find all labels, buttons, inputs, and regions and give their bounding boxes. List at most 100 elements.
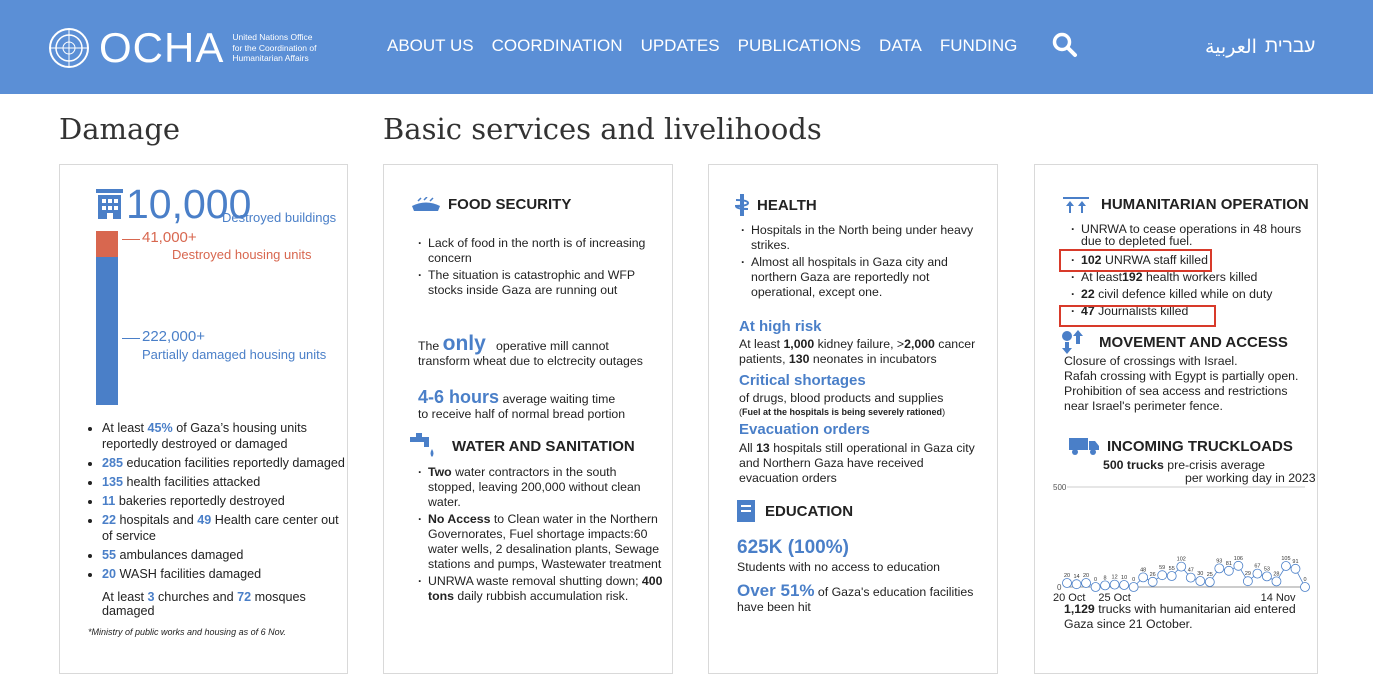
data-label: 93 bbox=[1216, 558, 1222, 564]
list-item: Almost all hospitals in Gaza city and no… bbox=[741, 255, 987, 300]
data-point bbox=[1147, 576, 1158, 587]
churches-text: At least 3 churches and 72 mosques damag… bbox=[102, 590, 306, 618]
partial-units-value: 222,000+ bbox=[142, 328, 205, 345]
damage-card: 10,000 Destroyed buildings 41,000+ Destr… bbox=[59, 164, 348, 674]
y-tick-label: 500 bbox=[1053, 483, 1067, 492]
truckloads-heading: INCOMING TRUCKLOADS bbox=[1069, 436, 1293, 456]
data-point bbox=[1195, 576, 1206, 586]
destroyed-units-label: Destroyed housing units bbox=[172, 247, 312, 262]
data-label: 102 bbox=[1177, 557, 1186, 563]
list-item: Two water contractors in the south stopp… bbox=[418, 465, 664, 510]
search-icon[interactable] bbox=[1052, 32, 1078, 58]
list-item: At least192 health workers killed bbox=[1071, 270, 1317, 285]
ocha-logo[interactable]: OCHA United Nations Office for the Coord… bbox=[47, 26, 342, 70]
evacuation-text: All 13 hospitals still operational in Ga… bbox=[739, 441, 975, 485]
data-label: 0 bbox=[1132, 577, 1135, 583]
food-water-card: FOOD SECURITY Lack of food in the north … bbox=[383, 164, 673, 674]
data-point bbox=[1300, 582, 1310, 592]
wait-text: 4-6 hours average waiting time to receiv… bbox=[418, 387, 626, 421]
list-item: UNRWA waste removal shutting down; 400 t… bbox=[418, 574, 664, 604]
data-label: 91 bbox=[1292, 559, 1298, 565]
list-item: Lack of food in the north is of increasi… bbox=[418, 236, 664, 266]
humanitarian-heading: HUMANITARIAN OPERATION bbox=[1063, 196, 1309, 213]
data-point bbox=[1223, 565, 1234, 576]
list-item: 135 health facilities attacked bbox=[102, 474, 352, 490]
nav-updates[interactable]: UPDATES bbox=[641, 36, 720, 56]
highlight-box-journalists bbox=[1059, 305, 1216, 327]
destroyed-units-bar bbox=[96, 231, 118, 257]
data-label: 20 bbox=[1064, 573, 1070, 579]
list-item: 11 bakeries reportedly destroyed bbox=[102, 493, 352, 509]
list-item: 22 civil defence killed while on duty bbox=[1071, 287, 1317, 302]
data-label: 28 bbox=[1273, 571, 1279, 577]
partial-units-label: Partially damaged housing units bbox=[142, 347, 327, 362]
building-icon bbox=[96, 189, 123, 219]
partial-leader-line bbox=[122, 338, 140, 339]
mill-text: The only operative mill cannot transform… bbox=[418, 332, 643, 368]
list-item: Hospitals in the North being under heavy… bbox=[741, 223, 987, 253]
shortages-note: (Fuel at the hospitals is being severely… bbox=[739, 407, 946, 417]
logo-wordmark: OCHA bbox=[99, 24, 225, 71]
data-point bbox=[1138, 572, 1149, 583]
data-label: 55 bbox=[1169, 566, 1175, 572]
water-sanitation-heading: WATER AND SANITATION bbox=[410, 433, 635, 459]
data-label: 0 bbox=[1094, 577, 1097, 583]
evacuation-title: Evacuation orders bbox=[739, 421, 870, 438]
destroyed-units-value: 41,000+ bbox=[142, 229, 197, 246]
movement-heading: MOVEMENT AND ACCESS bbox=[1061, 330, 1288, 354]
data-point bbox=[1176, 561, 1187, 572]
truck-icon bbox=[1069, 438, 1099, 455]
damage-footnote: *Ministry of public works and housing as… bbox=[88, 627, 286, 637]
data-point bbox=[1242, 576, 1253, 587]
data-point bbox=[1071, 579, 1082, 590]
data-label: 59 bbox=[1159, 565, 1165, 571]
nav-coordination[interactable]: COORDINATION bbox=[492, 36, 623, 56]
lang-hebrew[interactable]: עברית bbox=[1265, 36, 1315, 58]
movement-text: Closure of crossings with Israel. Rafah … bbox=[1064, 354, 1299, 413]
data-point bbox=[1062, 578, 1072, 588]
list-item: 55 ambulances damaged bbox=[102, 547, 352, 563]
list-item: 20 WASH facilities damaged bbox=[102, 566, 352, 582]
list-item: The situation is catastrophic and WFP st… bbox=[418, 268, 664, 298]
nav-data[interactable]: DATA bbox=[879, 36, 922, 56]
medical-staff-icon bbox=[734, 194, 750, 216]
site-header: OCHA United Nations Office for the Coord… bbox=[0, 0, 1373, 94]
data-label: 26 bbox=[1150, 572, 1156, 578]
water-list: Two water contractors in the south stopp… bbox=[416, 465, 664, 606]
list-item: At least 45% of Gaza’s housing units rep… bbox=[102, 420, 352, 452]
main-nav: ABOUT US COORDINATION UPDATES PUBLICATIO… bbox=[387, 36, 1035, 56]
nav-about-us[interactable]: ABOUT US bbox=[387, 36, 474, 56]
list-item: 285 education facilities reportedly dama… bbox=[102, 455, 352, 471]
data-point bbox=[1262, 571, 1272, 582]
data-point bbox=[1252, 568, 1263, 579]
education-heading: EDUCATION bbox=[737, 500, 853, 522]
bread-icon bbox=[412, 196, 440, 211]
data-label: 29 bbox=[1245, 571, 1251, 577]
buildings-label: Destroyed buildings bbox=[222, 210, 337, 225]
lang-arabic[interactable]: العربية bbox=[1205, 36, 1257, 59]
data-point bbox=[1128, 582, 1139, 592]
shortages-title: Critical shortages bbox=[739, 372, 866, 389]
food-security-heading: FOOD SECURITY bbox=[410, 196, 571, 213]
data-point bbox=[1119, 580, 1130, 590]
data-point bbox=[1290, 563, 1301, 574]
damage-title: Damage bbox=[59, 112, 181, 146]
highlight-box-staff bbox=[1059, 249, 1212, 272]
data-label: 8 bbox=[1104, 575, 1107, 581]
humanitarian-card: HUMANITARIAN OPERATION UNRWA to cease op… bbox=[1034, 164, 1318, 674]
high-risk-title: At high risk bbox=[739, 318, 822, 335]
education-big-stat: 625K (100%) bbox=[737, 537, 849, 558]
data-label: 81 bbox=[1226, 561, 1232, 567]
list-item: UNRWA to cease operations in 48 hours du… bbox=[1071, 223, 1317, 247]
data-label: 30 bbox=[1197, 571, 1203, 577]
services-title: Basic services and livelihoods bbox=[383, 112, 822, 146]
data-label: 14 bbox=[1073, 574, 1079, 580]
nav-publications[interactable]: PUBLICATIONS bbox=[738, 36, 861, 56]
health-list: Hospitals in the North being under heavy… bbox=[739, 223, 987, 302]
destroyed-leader-line bbox=[122, 239, 140, 240]
nav-funding[interactable]: FUNDING bbox=[940, 36, 1017, 56]
data-label: 0 bbox=[1303, 577, 1306, 583]
data-point bbox=[1100, 580, 1110, 591]
education-facilities-text: Over 51% of Gaza's education facilities … bbox=[737, 581, 974, 614]
list-item: No Access to Clean water in the Northern… bbox=[418, 512, 664, 572]
